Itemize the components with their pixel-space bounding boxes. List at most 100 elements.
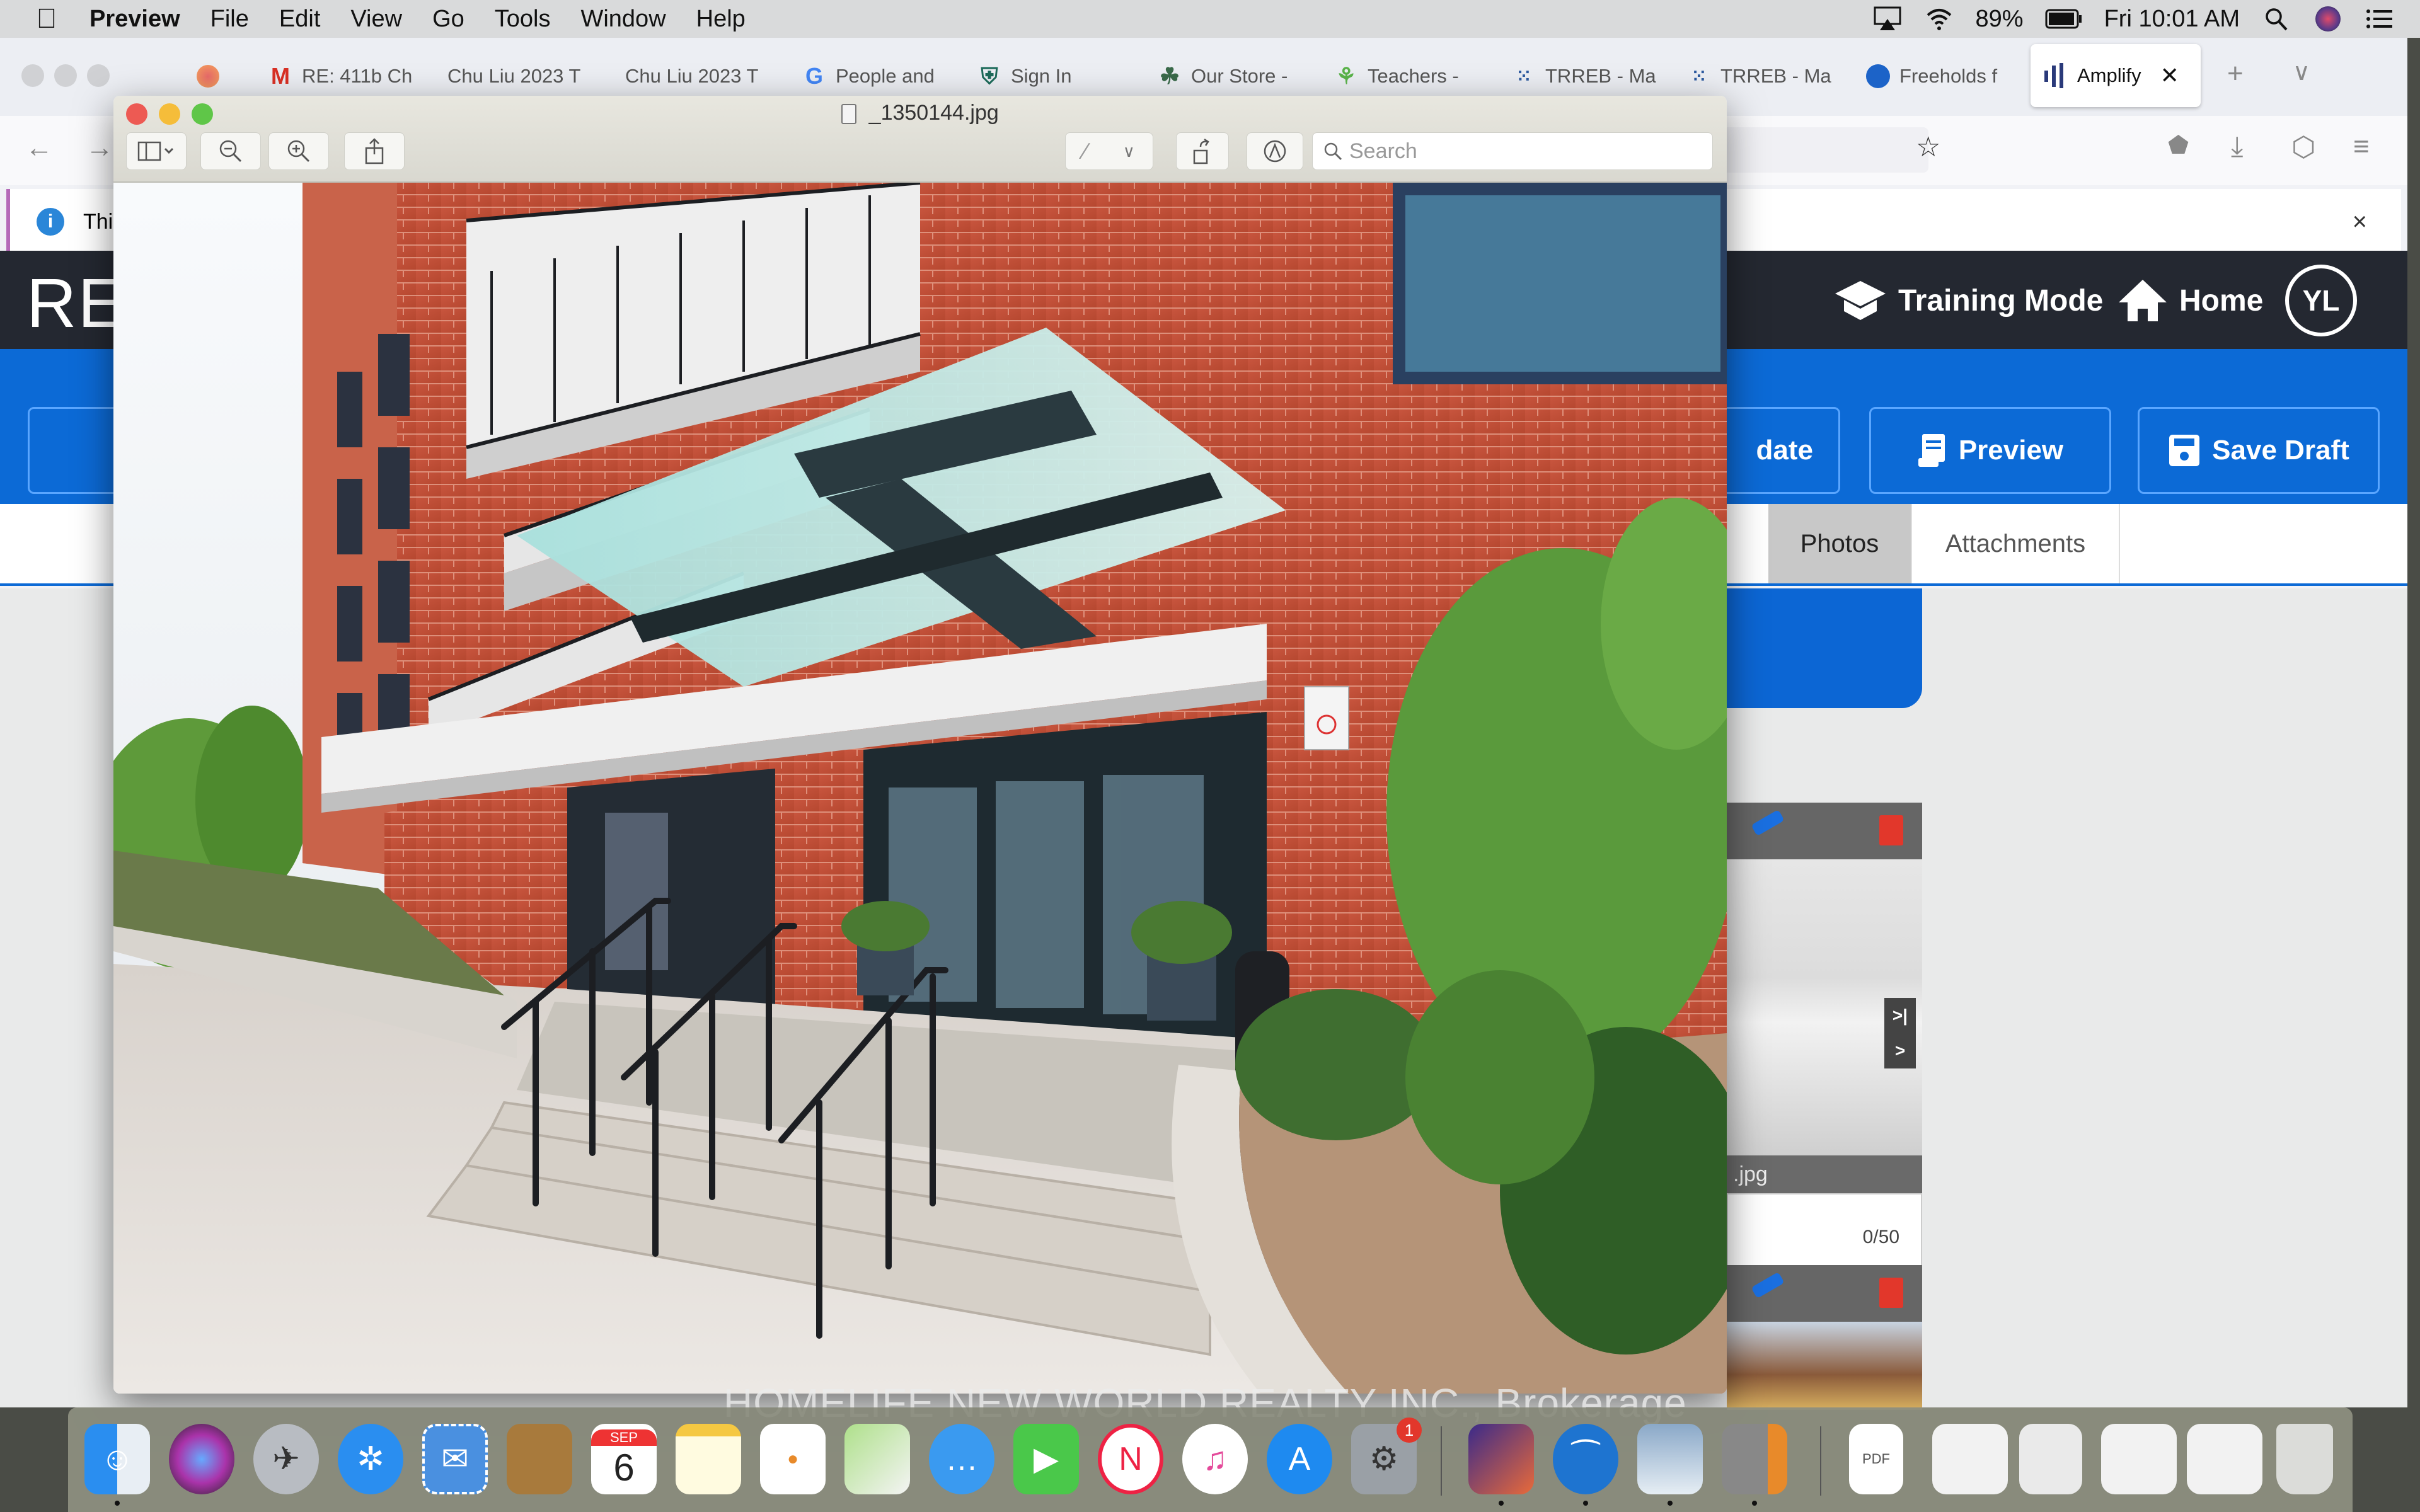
spotlight-search-icon[interactable] [2261,6,2291,32]
news-icon[interactable]: N [1098,1424,1163,1494]
tab-photos[interactable]: Photos [1768,504,1912,583]
markup-pen-button[interactable]: ∕ ∨ [1065,132,1153,170]
apple-menu-icon[interactable]:  [33,3,60,34]
photo-thumbnail-dining[interactable] [1727,1322,1922,1410]
browser-minimize-button[interactable] [54,64,77,87]
next-arrow-icon[interactable]: > [1884,1033,1916,1068]
notes-icon[interactable] [676,1424,741,1494]
menu-file[interactable]: File [210,6,249,33]
menu-app-name[interactable]: Preview [89,6,180,33]
bars-icon [2043,63,2068,88]
menubar-clock[interactable]: Fri 10:01 AM [2104,6,2240,33]
skip-last-icon[interactable]: >| [1884,998,1916,1033]
browser-tab[interactable]: G People and [802,55,947,97]
siri-dock-icon[interactable] [169,1424,234,1494]
trash-icon[interactable] [1879,815,1903,845]
battery-icon[interactable] [2045,6,2083,32]
tab-label: RE: 411b Ch [302,65,413,87]
browser-tab[interactable]: M RE: 411b Ch [268,55,419,97]
rotate-icon [1193,138,1209,164]
share-button[interactable] [344,132,405,170]
browser-tab[interactable]: ⁙ TRREB - Ma [1686,55,1831,97]
back-arrow-icon[interactable]: ← [25,132,53,164]
download-icon[interactable]: ⤓ [2231,131,2243,163]
calendar-icon[interactable]: SEP 6 [591,1424,657,1494]
wifi-icon[interactable] [1924,6,1954,32]
edit-pencil-icon[interactable] [1751,809,1785,837]
siri-icon[interactable] [2313,6,2343,32]
music-note-icon[interactable]: ♫ [1182,1424,1248,1494]
tab-label: Freeholds f [1899,65,1998,87]
sidebar-toggle-button[interactable] [126,132,187,170]
markup-toolbar-button[interactable] [1247,132,1303,170]
menu-go[interactable]: Go [432,6,464,33]
app-logo[interactable]: RE [26,263,125,343]
upload-card[interactable] [1714,588,1922,708]
maps-icon[interactable] [844,1424,910,1494]
browser-zoom-button[interactable] [87,64,110,87]
browser-tab[interactable]: Chu Liu 2023 T [447,55,589,97]
preview-dock-icon[interactable] [1637,1424,1703,1494]
menu-edit[interactable]: Edit [279,6,320,33]
running-indicator [1583,1501,1588,1506]
safari-compass-icon[interactable]: ✲ [338,1424,403,1494]
system-preferences-gear-icon[interactable]: ⚙ 1 [1351,1418,1422,1494]
openoffice-gulls-icon[interactable]: ⁀ [1553,1424,1618,1494]
minimized-window-thumbnail[interactable] [2187,1424,2262,1494]
photo-thumbnail-kitchen[interactable]: >| > [1727,859,1922,1155]
save-draft-button[interactable]: Save Draft [2138,407,2380,494]
firefox-view-tab[interactable] [195,55,229,97]
control-center-icon[interactable] [2365,6,2395,32]
browser-tab[interactable]: Chu Liu 2023 T [625,55,767,97]
zoom-in-button[interactable] [268,132,329,170]
edit-pencil-icon[interactable] [1751,1271,1785,1299]
contacts-icon[interactable] [507,1424,572,1494]
preview-button[interactable]: Preview [1869,407,2111,494]
browser-tab[interactable]: ☘ Our Store - [1157,55,1296,97]
airplay-icon[interactable] [1872,6,1903,32]
calculator-icon[interactable] [1722,1424,1787,1494]
forward-arrow-icon[interactable]: → [86,132,113,164]
preview-search-input[interactable]: Search [1312,132,1713,170]
pocket-icon[interactable]: ⬟ [2168,131,2189,159]
zoom-out-button[interactable] [200,132,261,170]
preview-window: _1350144.jpg ∕ ∨ Search [113,96,1727,1394]
hamburger-menu-icon[interactable]: ≡ [2353,131,2370,163]
reminders-icon[interactable]: ● [760,1424,826,1494]
new-tab-icon[interactable]: + [2227,58,2244,89]
minimized-window-thumbnail[interactable] [2101,1424,2177,1494]
mail-stamp-icon[interactable]: ✉ [422,1424,488,1494]
menu-view[interactable]: View [350,6,402,33]
launchpad-rocket-icon[interactable]: ✈ [253,1424,319,1494]
app-store-icon[interactable]: A [1267,1424,1332,1494]
rotate-button[interactable] [1176,132,1229,170]
browser-tab[interactable]: ⚘ Teachers - [1334,55,1472,97]
menu-tools[interactable]: Tools [495,6,551,33]
chevron-down-icon[interactable]: ∨ [1123,142,1135,161]
browser-close-button[interactable] [21,64,44,87]
training-mode-link[interactable]: Training Mode [1834,278,2103,323]
browser-tab[interactable]: Freeholds f [1865,55,2014,97]
browser-tab[interactable]: ⛨ Sign In [977,55,1128,97]
trash-can-icon[interactable] [2276,1424,2333,1494]
extensions-puzzle-icon[interactable]: ⬡ [2291,131,2315,163]
tab-attachments[interactable]: Attachments [1912,504,2120,583]
bookmark-star-icon[interactable]: ☆ [1916,131,1940,163]
trash-icon[interactable] [1879,1278,1903,1308]
menu-window[interactable]: Window [580,6,666,33]
pdf-document-icon[interactable]: PDF [1849,1424,1903,1494]
user-avatar[interactable]: YL [2285,265,2357,336]
facetime-camera-icon[interactable]: ▶ [1013,1424,1079,1494]
messages-bubble-icon[interactable]: … [929,1424,994,1494]
browser-tab[interactable]: ⁙ TRREB - Ma [1511,55,1656,97]
notification-close-icon[interactable]: × [2353,208,2367,236]
home-link[interactable]: Home [2118,278,2263,323]
minimized-window-thumbnail[interactable] [2019,1424,2082,1494]
finder-icon[interactable]: ☺ [84,1424,150,1494]
firefox-dock-icon[interactable] [1468,1424,1534,1494]
tab-list-chevron-icon[interactable]: ∨ [2293,58,2310,86]
browser-tab-active[interactable]: Amplify ✕ [2031,44,2201,107]
minimized-window-thumbnail[interactable] [1932,1424,2008,1494]
menu-help[interactable]: Help [696,6,746,33]
tab-close-icon[interactable]: ✕ [2160,62,2179,89]
